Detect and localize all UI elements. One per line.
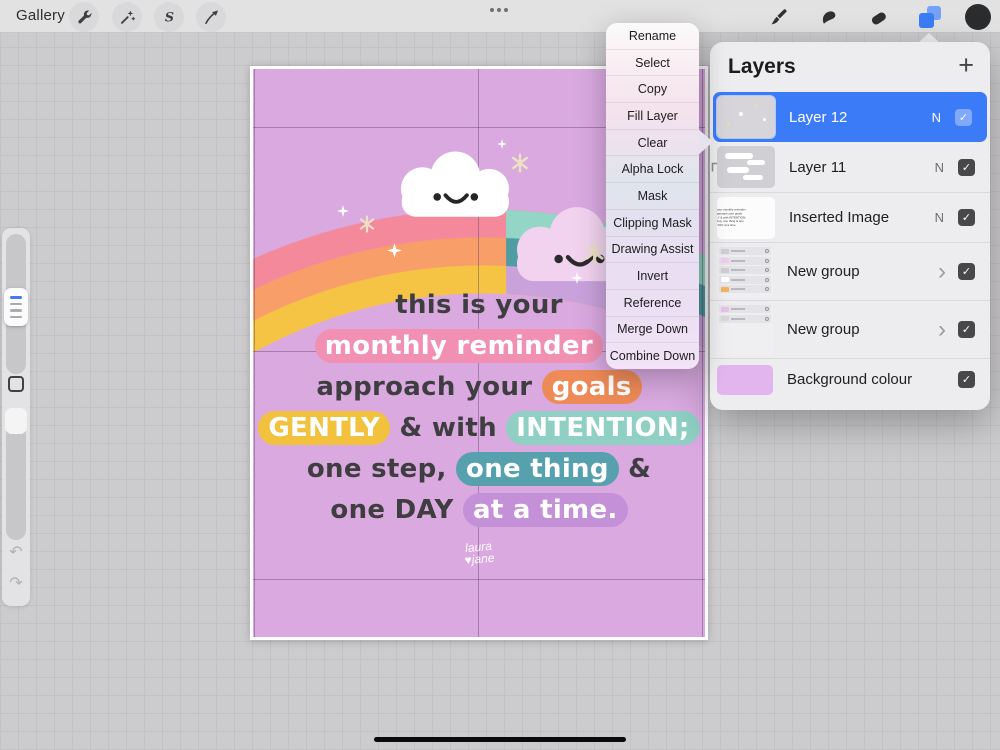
highlight-pill: INTENTION; — [506, 411, 699, 445]
asterisk-sparkle-icon — [510, 153, 530, 173]
layers-panel: Layers + Layer 12 N ✓ — [710, 42, 990, 410]
group-name: New group — [787, 321, 860, 338]
layers-panel-header: Layers + — [710, 42, 990, 92]
layer-name: Layer 12 — [789, 109, 847, 126]
menu-item-clipping-mask[interactable]: Clipping Mask — [606, 209, 699, 236]
blend-mode-badge[interactable]: N — [935, 160, 944, 175]
menu-item-invert[interactable]: Invert — [606, 262, 699, 289]
selection-s-icon: S — [160, 8, 179, 27]
multitask-indicator-icon[interactable] — [490, 8, 508, 12]
menu-item-select[interactable]: Select — [606, 49, 699, 76]
menu-item-copy[interactable]: Copy — [606, 75, 699, 102]
layer-visibility-checkbox[interactable]: ✓ — [955, 109, 972, 126]
layer-thumbnail — [717, 146, 775, 188]
highlight-pill: monthly reminder — [315, 329, 603, 363]
paint-tool-button[interactable] — [763, 2, 793, 32]
menu-item-combine-down[interactable]: Combine Down — [606, 342, 699, 369]
brush-size-slider-handle[interactable] — [4, 288, 28, 326]
group-thumbnail — [717, 304, 773, 356]
asterisk-sparkle-icon — [358, 215, 376, 233]
layer-visibility-checkbox[interactable]: ✓ — [958, 321, 975, 338]
layers-icon — [919, 6, 941, 28]
eraser-tool-button[interactable] — [863, 2, 893, 32]
group-row-new-group-1[interactable]: New group › ✓ — [710, 242, 990, 300]
layer-visibility-checkbox[interactable]: ✓ — [958, 159, 975, 176]
magic-wand-icon — [118, 8, 137, 27]
layer-thumbnail: this is your monthly reminder to approac… — [717, 197, 775, 239]
transform-button[interactable] — [196, 2, 226, 32]
layer-thumbnail — [717, 96, 775, 138]
layer-name: Inserted Image — [789, 209, 889, 226]
drawing-guide-line — [253, 579, 705, 580]
highlight-pill: at a time. — [463, 493, 628, 527]
color-swatch-icon — [965, 4, 991, 30]
adjustments-button[interactable] — [112, 2, 142, 32]
highlight-pill: GENTLY — [258, 411, 390, 445]
layer-row-layer-12[interactable]: Layer 12 N ✓ — [713, 92, 987, 142]
menu-pointer — [698, 129, 713, 155]
redo-button[interactable]: ↷ — [2, 573, 30, 593]
selection-button[interactable]: S — [154, 2, 184, 32]
layer-name: Background colour — [787, 371, 912, 388]
group-thumbnail — [717, 246, 773, 298]
layer-visibility-checkbox[interactable]: ✓ — [958, 263, 975, 280]
blend-mode-badge[interactable]: N — [935, 210, 944, 225]
menu-item-reference[interactable]: Reference — [606, 289, 699, 316]
layer-name: Layer 11 — [789, 159, 846, 176]
quote-line: approach your goals — [253, 367, 705, 408]
layer-row-layer-11[interactable]: Layer 11 N ✓ — [710, 142, 990, 192]
smudge-finger-icon — [818, 7, 839, 28]
group-name: New group — [787, 263, 860, 280]
layer-visibility-checkbox[interactable]: ✓ — [958, 371, 975, 388]
brush-sidebar: ↶ ↷ — [2, 228, 30, 606]
menu-item-merge-down[interactable]: Merge Down — [606, 316, 699, 343]
blend-mode-badge[interactable]: N — [932, 110, 941, 125]
menu-item-fill-layer[interactable]: Fill Layer — [606, 102, 699, 129]
quote-line: one step, one thing & — [253, 449, 705, 490]
layer-visibility-checkbox[interactable]: ✓ — [958, 209, 975, 226]
asterisk-sparkle-icon — [583, 241, 606, 264]
menu-item-mask[interactable]: Mask — [606, 182, 699, 209]
layers-tool-button[interactable] — [915, 2, 945, 32]
menu-item-rename[interactable]: Rename — [606, 23, 699, 49]
menu-item-alpha-lock[interactable]: Alpha Lock — [606, 155, 699, 182]
group-row-new-group-2[interactable]: New group › ✓ — [710, 300, 990, 358]
procreate-screen: Gallery S — [0, 0, 1000, 750]
home-indicator[interactable] — [374, 737, 626, 742]
quote-line: GENTLY & with INTENTION; — [253, 408, 705, 449]
layer-options-menu: Rename Select Copy Fill Layer Clear Alph… — [606, 23, 699, 369]
layer-row-inserted-image[interactable]: this is your monthly reminder to approac… — [710, 192, 990, 242]
menu-item-drawing-assist[interactable]: Drawing Assist — [606, 236, 699, 263]
eraser-icon — [868, 7, 889, 28]
add-layer-button[interactable]: + — [958, 50, 974, 81]
top-toolbar: Gallery S — [0, 0, 1000, 33]
transform-arrow-icon — [202, 8, 221, 27]
undo-button[interactable]: ↶ — [2, 542, 30, 562]
background-colour-thumbnail — [717, 365, 773, 395]
brush-icon — [768, 7, 789, 28]
chevron-right-icon[interactable]: › — [938, 320, 946, 340]
smudge-tool-button[interactable] — [813, 2, 843, 32]
quote-line: one DAY at a time. — [253, 490, 705, 531]
menu-item-clear[interactable]: Clear — [606, 129, 699, 156]
gallery-button[interactable]: Gallery — [16, 7, 65, 24]
chevron-right-icon[interactable]: › — [938, 262, 946, 282]
color-tool-button[interactable] — [963, 2, 993, 32]
svg-text:S: S — [164, 9, 173, 24]
layers-panel-title: Layers — [728, 55, 796, 79]
wrench-icon — [75, 8, 94, 27]
modify-button[interactable] — [8, 376, 24, 392]
highlight-pill: one thing — [456, 452, 619, 486]
layer-row-background-colour[interactable]: Background colour ✓ — [710, 358, 990, 400]
actions-button[interactable] — [69, 2, 99, 32]
highlight-pill: goals — [542, 370, 642, 404]
brush-opacity-slider-handle[interactable] — [5, 408, 27, 434]
white-cloud-illustration — [391, 145, 523, 229]
